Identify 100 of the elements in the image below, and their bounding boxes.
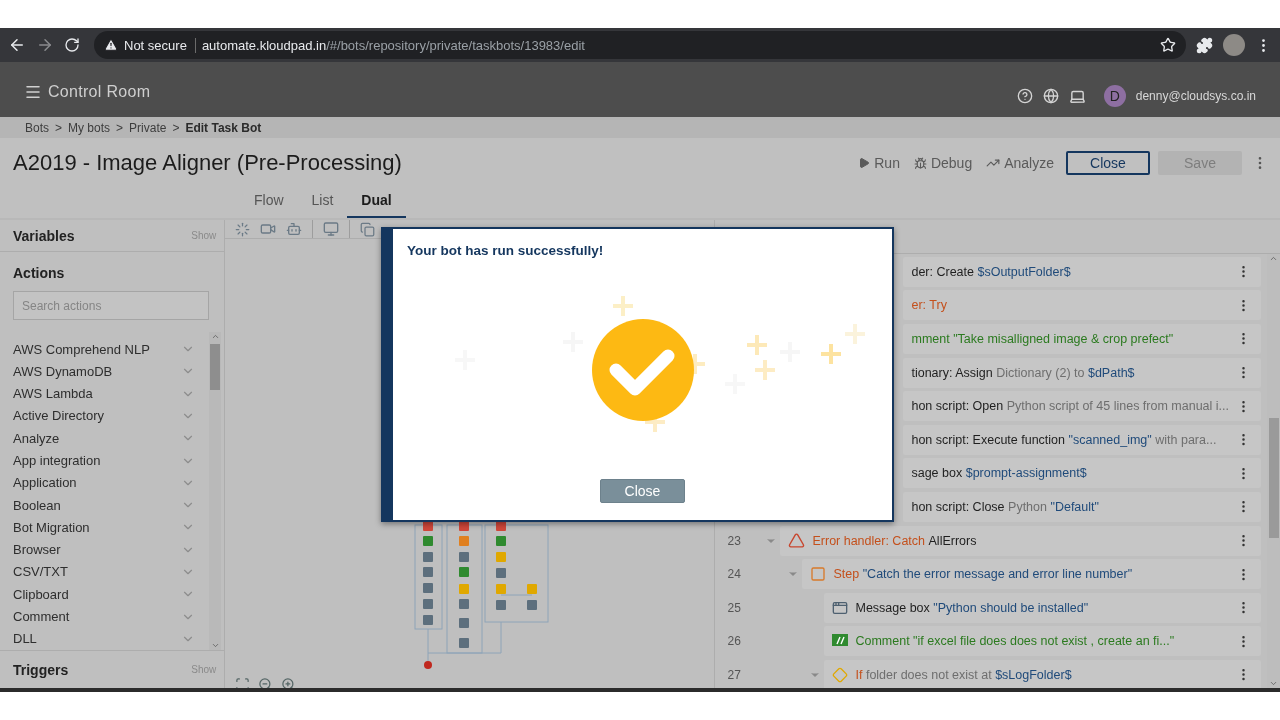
scrollbar[interactable] xyxy=(209,332,222,650)
line-number: 26 xyxy=(726,634,742,649)
help-icon[interactable] xyxy=(1016,88,1033,104)
action-category[interactable]: App integration xyxy=(13,449,210,472)
close-button[interactable]: Close xyxy=(1066,151,1150,175)
row-text: er: Try xyxy=(911,298,947,313)
action-category[interactable]: Comment xyxy=(13,605,210,628)
view-tab[interactable]: Flow xyxy=(240,189,298,218)
monitor-icon[interactable] xyxy=(323,221,340,237)
row-text: Error handler: Catch AllErrors xyxy=(812,533,977,548)
action-row[interactable]: sage box $prompt-assignment$ xyxy=(903,458,1261,489)
section-title: Actions xyxy=(12,264,66,281)
scroll-up-icon[interactable] xyxy=(1269,254,1278,263)
action-row[interactable]: If folder does not exist at $sLogFolder$ xyxy=(824,659,1261,688)
comment-icon xyxy=(832,634,849,649)
action-label: DLL xyxy=(13,631,37,647)
row-text: Message box "Python should be installed" xyxy=(855,600,1089,615)
line-number: 25 xyxy=(726,600,742,615)
action-label: Analyze xyxy=(13,430,60,446)
action-label: AWS Comprehend NLP xyxy=(13,341,150,357)
row-text: Comment "if excel file does does not exist , create an fi..." xyxy=(855,634,1175,649)
square-icon xyxy=(810,566,827,583)
action-row[interactable]: hon script: Close Python "Default" xyxy=(903,491,1261,522)
triangle-icon xyxy=(788,532,806,550)
back-icon[interactable] xyxy=(8,36,26,54)
row-text: hon script: Close Python "Default" xyxy=(911,499,1099,514)
action-label: Active Directory xyxy=(13,408,105,424)
dialog-message: Your bot has run successfully! xyxy=(406,242,604,258)
play-icon xyxy=(858,157,871,169)
scroll-up-icon[interactable] xyxy=(210,332,220,341)
action-category[interactable]: Bot Migration xyxy=(13,516,210,539)
scroll-down-icon[interactable] xyxy=(210,641,220,650)
address-field[interactable]: Not secure automate.kloudpad.in/#/bots/repository/private/taskbots/13983/edit xyxy=(94,31,1186,59)
line-number: 27 xyxy=(726,667,742,682)
star-icon[interactable] xyxy=(1160,37,1176,53)
row-text: tionary: Assign Dictionary (2) to $dPath$ xyxy=(911,365,1135,380)
row-text: der: Create $sOutputFolder$ xyxy=(911,264,1071,279)
window-icon xyxy=(832,599,849,616)
video-icon[interactable] xyxy=(260,221,277,237)
reload-icon[interactable] xyxy=(64,37,80,53)
copy-icon[interactable] xyxy=(360,221,376,237)
action-row[interactable]: der: Create $sOutputFolder$ xyxy=(903,256,1261,287)
breadcrumb-separator: > xyxy=(116,120,124,135)
breadcrumb-separator: > xyxy=(55,120,63,135)
user-avatar[interactable]: D xyxy=(1103,85,1126,107)
profile-avatar[interactable] xyxy=(1223,34,1245,56)
action-category[interactable]: Boolean xyxy=(13,493,210,517)
breadcrumb-link[interactable]: My bots xyxy=(68,120,111,135)
row-text: If folder does not exist at $sLogFolder$ xyxy=(855,667,1072,682)
analyze-button[interactable]: Analyze xyxy=(984,155,1056,171)
line-number: 23 xyxy=(726,533,742,548)
action-row[interactable]: Step "Catch the error message and error line number" xyxy=(802,559,1261,590)
action-category[interactable]: Analyze xyxy=(13,427,210,450)
breadcrumb-link[interactable]: Private xyxy=(129,120,167,135)
loader-icon[interactable] xyxy=(235,221,251,237)
section-title: Triggers xyxy=(13,661,69,678)
action-label: Clipboard xyxy=(13,586,69,602)
bug-icon xyxy=(913,156,927,170)
user-email[interactable]: denny@cloudsys.co.in xyxy=(1135,89,1256,103)
action-row[interactable]: Message box "Python should be installed" xyxy=(824,592,1261,623)
robot-icon[interactable] xyxy=(286,221,303,237)
puzzle-icon[interactable] xyxy=(1196,36,1213,54)
action-label: AWS Lambda xyxy=(13,386,93,402)
scrollbar-thumb[interactable] xyxy=(1268,418,1279,538)
action-row[interactable]: hon script: Execute function "scanned_img" with para... xyxy=(903,424,1261,455)
scroll-down-icon[interactable] xyxy=(1269,679,1278,688)
action-category[interactable]: Clipboard xyxy=(13,583,210,606)
debug-button[interactable]: Debug xyxy=(911,155,975,171)
action-label: Comment xyxy=(13,609,70,624)
row-text: mment "Take misalligned image & crop prefect" xyxy=(911,332,1174,346)
row-text: hon script: Execute function "scanned_img" with para... xyxy=(911,432,1217,447)
warning-icon xyxy=(104,38,118,52)
action-label: App integration xyxy=(13,453,101,469)
run-button[interactable]: Run xyxy=(856,155,902,171)
line-number: 24 xyxy=(726,567,742,582)
action-category[interactable]: DLL xyxy=(13,627,210,650)
scrollbar-thumb[interactable] xyxy=(210,344,221,390)
action-row[interactable]: hon script: Open Python script of 45 lines from manual i... xyxy=(903,391,1261,422)
search-field[interactable]: Search actions xyxy=(13,291,210,320)
action-category[interactable]: AWS DynamoDB xyxy=(13,360,210,383)
diamond-icon xyxy=(832,666,849,683)
scrollbar[interactable] xyxy=(1267,254,1280,688)
action-category[interactable]: Browser xyxy=(13,538,210,561)
action-label: Application xyxy=(13,475,77,491)
menu-icon[interactable] xyxy=(24,83,42,101)
action-label: CSV/TXT xyxy=(13,564,68,580)
section-title: Variables xyxy=(13,227,75,244)
globe-icon[interactable] xyxy=(1042,88,1059,104)
action-label: Boolean xyxy=(13,497,61,513)
row-text: Step "Catch the error message and error line number" xyxy=(833,567,1133,582)
action-category[interactable]: AWS Lambda xyxy=(13,382,210,405)
action-row[interactable]: Error handler: Catch AllErrors xyxy=(780,525,1261,556)
breadcrumb-link[interactable]: Bots xyxy=(25,120,49,135)
breadcrumb-link[interactable]: Edit Task Bot xyxy=(185,120,262,135)
action-category[interactable]: AWS Comprehend NLP xyxy=(13,338,210,361)
action-category[interactable]: Application xyxy=(13,471,210,494)
action-row[interactable]: tionary: Assign Dictionary (2) to $dPath$ xyxy=(903,357,1261,388)
action-category[interactable]: Active Directory xyxy=(13,404,210,428)
action-category[interactable]: CSV/TXT xyxy=(13,560,210,584)
view-tab[interactable]: List xyxy=(297,189,348,218)
